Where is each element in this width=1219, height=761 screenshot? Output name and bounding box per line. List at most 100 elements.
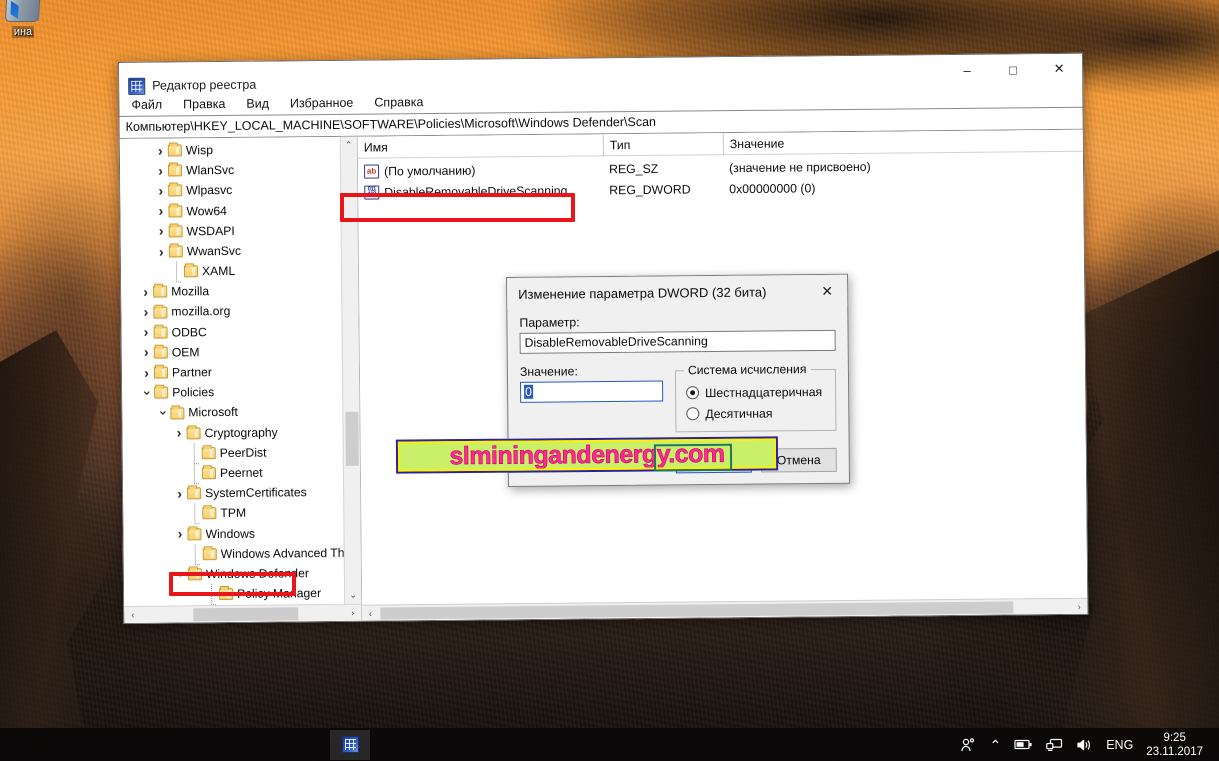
tree-item-label: WwanSvc — [186, 243, 242, 259]
column-header-name[interactable]: Имя — [358, 134, 603, 158]
taskbar-clock[interactable]: 9:25 23.11.2017 — [1146, 731, 1209, 759]
tree-item-wow64[interactable]: Wow64 — [120, 199, 357, 221]
tree-item-label: XAML — [201, 263, 236, 279]
values-hscroll-thumb[interactable] — [380, 600, 1014, 620]
value-name-cell[interactable]: DisableRemovableDriveScanning — [358, 179, 603, 202]
speaker-icon[interactable] — [1076, 738, 1093, 752]
desktop-icon-recycle-bin[interactable]: ина — [0, 0, 54, 62]
registry-tree-pane[interactable]: Wisp WlanSvc Wlpasvc Wow64 WSDAPI WwanSvc XAML… — [119, 136, 363, 623]
tree-hscroll-track[interactable] — [141, 604, 344, 623]
scroll-down-arrow-icon[interactable]: ⌄ — [344, 586, 362, 604]
tree-item-wwansvc[interactable]: WwanSvc — [121, 240, 358, 262]
radio-hexadecimal[interactable]: Шестнадцатеричная — [686, 381, 827, 403]
tree-item-xaml[interactable]: XAML — [121, 260, 358, 282]
tree-item-odbc[interactable]: ODBC — [122, 320, 359, 342]
menu-item-help[interactable]: Справка — [372, 94, 425, 111]
registry-tree[interactable]: Wisp WlanSvc Wlpasvc Wow64 WSDAPI WwanSvc XAML… — [120, 137, 361, 606]
tree-item-wlansvc[interactable]: WlanSvc — [120, 159, 357, 181]
folder-icon — [201, 446, 216, 460]
close-button[interactable]: ✕ — [1036, 54, 1082, 84]
value-name-cell[interactable]: (По умолчанию) — [358, 158, 603, 181]
chevron-right-icon[interactable] — [153, 163, 168, 178]
tree-item-wsdapi[interactable]: WSDAPI — [121, 219, 358, 241]
chevron-right-icon[interactable] — [153, 183, 168, 198]
tree-horizontal-scrollbar[interactable]: ‹ › — [124, 603, 362, 623]
chevron-up-icon[interactable]: ⌃ — [989, 738, 1001, 752]
radio-decimal[interactable]: Десятичная — [686, 402, 827, 424]
minimize-button[interactable]: – — [944, 55, 990, 85]
value-type-cell: REG_DWORD — [609, 182, 691, 197]
tree-item-label: Cryptography — [204, 425, 278, 440]
chevron-right-icon[interactable] — [172, 486, 187, 501]
tree-item-mozilla-org[interactable]: mozilla.org — [121, 300, 358, 322]
folder-icon — [219, 588, 234, 601]
scroll-right-arrow-icon[interactable]: › — [344, 604, 361, 621]
column-header-value[interactable]: Значение — [722, 129, 1083, 155]
tree-scroll-area[interactable]: Wisp WlanSvc Wlpasvc Wow64 WSDAPI WwanSvc XAML… — [120, 136, 362, 606]
values-scroll-right-arrow-icon[interactable]: › — [1071, 598, 1087, 614]
tree-item-cryptography[interactable]: Cryptography — [122, 421, 359, 443]
scroll-left-arrow-icon[interactable]: ‹ — [124, 606, 141, 623]
taskbar-apps[interactable] — [0, 729, 370, 760]
person-icon[interactable] — [960, 737, 976, 753]
param-name-input[interactable]: DisableRemovableDriveScanning — [519, 329, 836, 354]
maximize-button[interactable]: □ — [990, 54, 1036, 84]
tree-item-partner[interactable]: Partner — [122, 361, 359, 383]
chevron-right-icon[interactable] — [171, 426, 186, 441]
tree-scroll-thumb[interactable] — [344, 411, 359, 466]
tree-item-windows[interactable]: Windows — [123, 522, 360, 544]
chevron-right-icon[interactable] — [139, 365, 154, 380]
menu-item-view[interactable]: Вид — [244, 96, 271, 112]
tree-item-label: Policy Manager — [237, 586, 322, 601]
taskbar-item-regedit[interactable] — [330, 729, 370, 760]
taskbar[interactable]: ⌃ ENG 9:25 23.11.2017 — [0, 728, 1219, 761]
scroll-up-arrow-icon[interactable]: ⌃ — [340, 136, 358, 154]
language-indicator[interactable]: ENG — [1106, 738, 1133, 752]
dialog-close-button[interactable]: ✕ — [807, 276, 847, 306]
menu-item-favorites[interactable]: Избранное — [288, 95, 356, 112]
chevron-right-icon[interactable] — [154, 244, 169, 259]
tree-item-wlpasvc[interactable]: Wlpasvc — [120, 179, 357, 201]
tree-item-systemcertificates[interactable]: SystemCertificates — [123, 482, 360, 504]
column-header-type[interactable]: Тип — [602, 132, 723, 156]
menu-item-file[interactable]: Файл — [129, 97, 164, 113]
chevron-right-icon[interactable] — [172, 527, 187, 542]
tree-item-peerdist[interactable]: PeerDist — [123, 442, 360, 464]
chevron-down-icon[interactable] — [173, 567, 188, 582]
battery-icon[interactable] — [1014, 738, 1033, 751]
tree-item-wisp[interactable]: Wisp — [120, 139, 357, 161]
chevron-right-icon[interactable] — [138, 305, 153, 320]
system-tray[interactable]: ⌃ ENG 9:25 23.11.2017 — [960, 731, 1219, 759]
tree-item-tpm[interactable]: TPM — [123, 502, 360, 524]
menu-item-edit[interactable]: Правка — [181, 96, 227, 112]
tree-item-policy-manager[interactable]: Policy Manager — [124, 583, 361, 605]
chevron-right-icon[interactable] — [154, 224, 169, 239]
tree-item-oem[interactable]: OEM — [122, 341, 359, 363]
tree-item-microsoft[interactable]: Microsoft — [122, 401, 359, 423]
chevron-right-icon[interactable] — [153, 204, 168, 219]
tree-item-peernet[interactable]: Peernet — [123, 462, 360, 484]
chevron-down-icon[interactable] — [139, 386, 154, 401]
tree-item-policies[interactable]: Policies — [122, 381, 359, 403]
window-title-group: Редактор реестра — [119, 76, 256, 95]
radio-decimal-icon[interactable] — [686, 407, 700, 421]
value-input[interactable]: 0 — [520, 380, 664, 403]
values-scroll-left-arrow-icon[interactable]: ‹ — [362, 605, 378, 621]
recycle-bin-icon — [4, 0, 42, 22]
value-name-text: DisableRemovableDriveScanning — [384, 183, 568, 199]
radio-hexadecimal-icon[interactable] — [686, 386, 700, 400]
tree-item-label: Windows — [205, 526, 256, 541]
chevron-right-icon[interactable] — [139, 345, 154, 360]
chevron-right-icon[interactable] — [138, 285, 153, 300]
chevron-down-icon[interactable] — [155, 406, 170, 421]
chevron-right-icon[interactable] — [139, 325, 154, 340]
tree-hscroll-thumb[interactable] — [193, 606, 299, 621]
tree-item-mozilla[interactable]: Mozilla — [121, 280, 358, 302]
dialog-titlebar[interactable]: Изменение параметра DWORD (32 бита) ✕ — [507, 274, 848, 310]
network-icon[interactable] — [1046, 738, 1063, 752]
tree-item-windows-defender[interactable]: Windows Defender — [124, 563, 361, 585]
chevron-right-icon[interactable] — [153, 143, 168, 158]
tree-item-label: Wow64 — [186, 203, 227, 218]
tree-item-windows-advanced-thre[interactable]: Windows Advanced Thre — [124, 542, 361, 564]
window-controls[interactable]: – □ ✕ — [944, 54, 1082, 85]
